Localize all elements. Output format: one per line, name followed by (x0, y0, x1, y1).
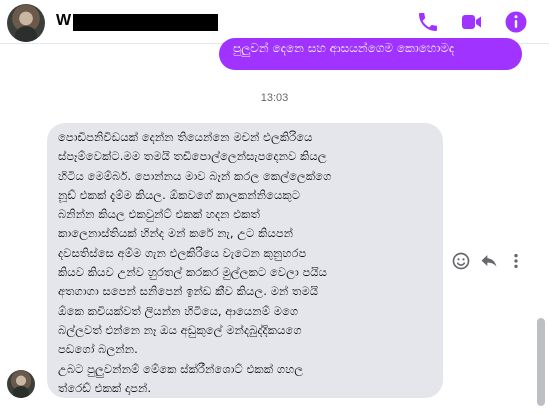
video-camera-icon[interactable] (460, 10, 484, 34)
more-icon[interactable] (506, 251, 526, 271)
received-message-bubble[interactable]: පොඩිපනිවිඩයක් දෙන්න තියෙන්නෙ මචන් එලකිරි… (47, 123, 443, 398)
contact-avatar[interactable] (7, 4, 45, 42)
scrollbar[interactable] (537, 318, 545, 406)
redaction-bar (73, 14, 218, 31)
contact-name[interactable]: W (56, 12, 71, 30)
phone-icon[interactable] (416, 10, 440, 34)
info-icon[interactable] (504, 10, 528, 34)
sender-avatar[interactable] (7, 370, 35, 398)
message-timestamp: 13:03 (260, 92, 289, 104)
sent-message-bubble[interactable]: පුලුවන් දෙනෙ සහ ආසයන්ගෙම කොහොමද (219, 38, 522, 70)
sent-message-text: පුලුවන් දෙනෙ සහ ආසයන්ගෙම කොහොමද (233, 41, 455, 55)
reply-icon[interactable] (479, 251, 499, 271)
react-icon[interactable] (451, 251, 471, 271)
received-message-text: පොඩිපනිවිඩයක් දෙන්න තියෙන්නෙ මචන් එලකිරි… (58, 130, 332, 395)
